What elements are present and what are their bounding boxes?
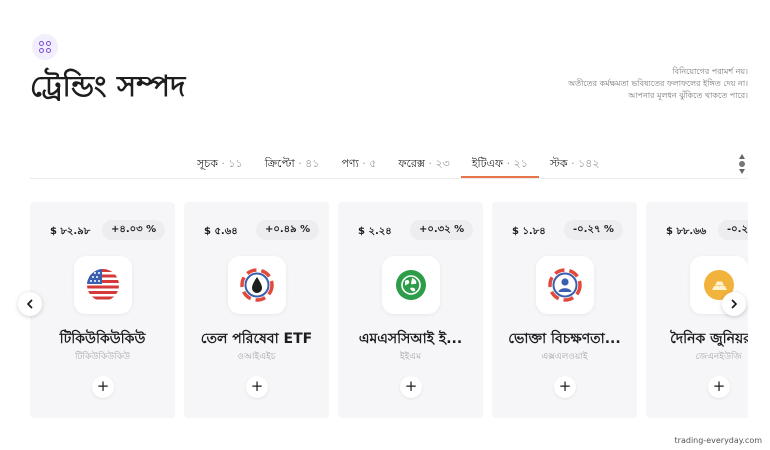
- tab-label: সূচক: [197, 157, 218, 170]
- asset-ticker: এক্সএলওয়াই: [541, 352, 588, 362]
- chevron-right-icon: [731, 299, 737, 309]
- asset-name: তেল পরিষেবা ETF: [200, 331, 313, 347]
- asset-ticker: টিকিউকিউকিউ: [74, 352, 131, 362]
- add-to-watchlist-button[interactable]: +: [400, 376, 422, 398]
- asset-logo: [536, 256, 594, 314]
- asset-price: $ ৮৮.৬৬: [666, 226, 707, 237]
- tab-forex[interactable]: ফরেক্স · ২৩: [387, 148, 460, 178]
- asset-category-tabs: সূচক · ১১ ক্রিপ্টো · ৪১ পণ্য · ৫ ফরেক্স …: [186, 148, 611, 178]
- us-flag-icon: [87, 269, 119, 301]
- sort-toggle-icon[interactable]: [737, 154, 747, 174]
- tab-count: ৫: [369, 157, 377, 170]
- watermark: trading-everyday.com: [674, 436, 762, 445]
- disclaimer-line: বিনিয়োগের পরামর্শ নয়।: [672, 67, 748, 76]
- disclaimer: বিনিয়োগের পরামর্শ নয়। অতীতের কর্মক্ষমত…: [488, 66, 748, 102]
- disclaimer-line: অতীতের কর্মক্ষমতা ভবিষ্যতের ফলাফলের ইঙ্গ…: [568, 79, 748, 88]
- asset-name: এমএসসিআই ই...: [358, 331, 463, 347]
- disclaimer-line: আপনার মূলধন ঝুঁকিতে থাকতে পারে।: [628, 91, 748, 100]
- oil-drop-icon: [240, 268, 274, 302]
- tab-count: ২১: [513, 157, 528, 170]
- tab-label: ক্রিপ্টো: [264, 157, 295, 170]
- asset-price: $ ২.২৪: [358, 226, 392, 237]
- tab-separator: ·: [294, 157, 306, 170]
- tab-separator: ·: [425, 157, 436, 170]
- tab-label: স্টক: [549, 157, 568, 170]
- asset-card[interactable]: $ ২.২৪ +০.৩২ % এমএসসিআই ই... ইইএম +: [338, 202, 483, 418]
- price-change-badge: +০.৪৯ %: [256, 220, 320, 240]
- price-change-badge: +০.৩২ %: [410, 220, 474, 240]
- asset-logo: [228, 256, 286, 314]
- asset-price: $ ৮২.৯৮: [50, 226, 91, 237]
- brand-logo-icon: [32, 34, 58, 60]
- page-title: ট্রেন্ডিং সম্পদ: [30, 69, 186, 103]
- asset-price: $ ৫.৬৪: [204, 226, 238, 237]
- asset-logo: [74, 256, 132, 314]
- tab-count: ১৪২: [578, 157, 600, 170]
- dot-icon: [739, 161, 745, 167]
- asset-logo: [382, 256, 440, 314]
- tab-separator: ·: [217, 157, 229, 170]
- globe-icon: [396, 270, 426, 300]
- tabs-divider: [30, 178, 748, 179]
- asset-name: টিকিউকিউকিউ: [59, 331, 146, 347]
- arrow-down-icon: [739, 169, 745, 174]
- asset-ticker: জেএনইউজি: [695, 352, 742, 362]
- tab-separator: ·: [567, 157, 579, 170]
- add-to-watchlist-button[interactable]: +: [246, 376, 268, 398]
- tab-crypto[interactable]: ক্রিপ্টো · ৪১: [254, 148, 331, 178]
- carousel-prev-button[interactable]: [18, 292, 42, 316]
- carousel-next-button[interactable]: [722, 292, 746, 316]
- tab-etf[interactable]: ইটিএফ · ২১: [460, 148, 539, 178]
- price-change-badge: +৪.০৩ %: [102, 220, 166, 240]
- price-change-badge: -০.২৫ %: [718, 220, 748, 240]
- chevron-left-icon: [27, 299, 33, 309]
- tab-label: ফরেক্স: [398, 157, 425, 170]
- tab-label: পণ্য: [341, 157, 359, 170]
- asset-price: $ ১.৮৪: [512, 226, 546, 237]
- add-to-watchlist-button[interactable]: +: [92, 376, 114, 398]
- tab-separator: ·: [358, 157, 370, 170]
- asset-carousel: $ ৮২.৯৮ +৪.০৩ % টিকিউকিউকিউ টিকিউকিউকিউ …: [30, 202, 748, 418]
- add-to-watchlist-button[interactable]: +: [708, 376, 730, 398]
- tab-count: ১১: [228, 157, 243, 170]
- asset-card[interactable]: $ ৮২.৯৮ +৪.০৩ % টিকিউকিউকিউ টিকিউকিউকিউ …: [30, 202, 175, 418]
- tab-separator: ·: [503, 157, 514, 170]
- person-icon: [548, 268, 582, 302]
- asset-name: দৈনিক জুনিয়র...: [670, 331, 748, 347]
- asset-name: ভোক্তা বিচক্ষণতা...: [508, 331, 621, 347]
- tab-count: ৪১: [305, 157, 320, 170]
- add-to-watchlist-button[interactable]: +: [554, 376, 576, 398]
- asset-card[interactable]: $ ১.৮৪ -০.২৭ % ভোক্তা বিচক্ষণতা... এক্সএ…: [492, 202, 637, 418]
- price-change-badge: -০.২৭ %: [564, 220, 623, 240]
- tab-indices[interactable]: সূচক · ১১: [186, 148, 254, 178]
- asset-ticker: ওআইএইচ: [237, 352, 276, 362]
- tab-label: ইটিএফ: [471, 157, 504, 170]
- asset-card[interactable]: $ ৫.৬৪ +০.৪৯ % তেল পরিষেবা ETF ওআইএইচ +: [184, 202, 329, 418]
- tab-commodities[interactable]: পণ্য · ৫: [330, 148, 387, 178]
- arrow-up-icon: [739, 154, 745, 159]
- tab-stocks[interactable]: স্টক · ১৪২: [539, 148, 611, 178]
- tab-count: ২৩: [435, 157, 450, 170]
- asset-ticker: ইইএম: [399, 352, 422, 362]
